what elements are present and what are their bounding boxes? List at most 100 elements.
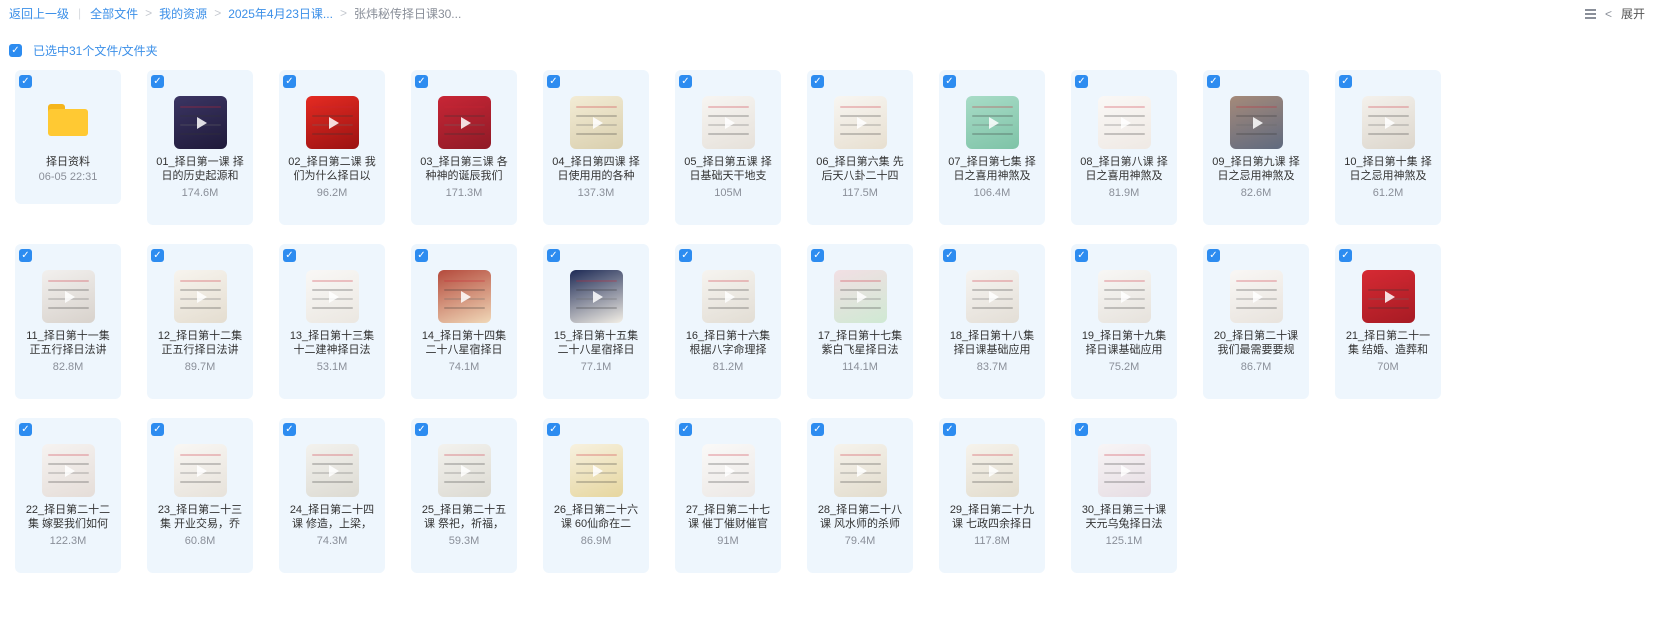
divider: | bbox=[78, 6, 82, 20]
file-card[interactable]: ✓ 17_择日第十七集 紫白飞星择日法 114.1M bbox=[807, 244, 913, 399]
file-card[interactable]: ✓ 10_择日第十集 择日之忌用神煞及 61.2M bbox=[1335, 70, 1441, 225]
item-checkbox[interactable]: ✓ bbox=[1339, 75, 1352, 88]
file-card[interactable]: ✓ 16_择日第十六集 根据八字命理择 81.2M bbox=[675, 244, 781, 399]
breadcrumb-item-course-date[interactable]: 2025年4月23日课... bbox=[228, 5, 333, 22]
item-checkbox[interactable]: ✓ bbox=[415, 423, 428, 436]
folder-card[interactable]: ✓ 择日资料 06-05 22:31 bbox=[15, 70, 121, 204]
video-thumbnail bbox=[174, 270, 227, 323]
file-card[interactable]: ✓ 07_择日第七集 择日之喜用神煞及 106.4M bbox=[939, 70, 1045, 225]
file-size: 86.7M bbox=[1240, 361, 1272, 373]
file-card[interactable]: ✓ 27_择日第二十七课 催丁催财催官 91M bbox=[675, 418, 781, 573]
file-size: 83.7M bbox=[976, 361, 1008, 373]
play-icon bbox=[196, 464, 207, 477]
selection-count: 已选中31个文件/文件夹 bbox=[33, 44, 158, 58]
file-size: 81.2M bbox=[712, 361, 744, 373]
item-checkbox[interactable]: ✓ bbox=[1075, 423, 1088, 436]
play-icon bbox=[460, 464, 471, 477]
file-card[interactable]: ✓ 28_择日第二十八课 风水师的杀师 79.4M bbox=[807, 418, 913, 573]
back-link[interactable]: 返回上一级 bbox=[9, 5, 69, 22]
file-card[interactable]: ✓ 05_择日第五课 择日基础天干地支 105M bbox=[675, 70, 781, 225]
file-card[interactable]: ✓ 03_择日第三课 各种神的诞辰我们 171.3M bbox=[411, 70, 517, 225]
file-card[interactable]: ✓ 08_择日第八课 择日之喜用神煞及 81.9M bbox=[1071, 70, 1177, 225]
file-card[interactable]: ✓ 01_择日第一课 择日的历史起源和 174.6M bbox=[147, 70, 253, 225]
file-card[interactable]: ✓ 02_择日第二课 我们为什么择日以 96.2M bbox=[279, 70, 385, 225]
file-card[interactable]: ✓ 12_择日第十二集 正五行择日法讲 89.7M bbox=[147, 244, 253, 399]
item-checkbox[interactable]: ✓ bbox=[415, 75, 428, 88]
play-icon bbox=[1120, 116, 1131, 129]
file-size: 81.9M bbox=[1108, 187, 1140, 199]
play-icon bbox=[328, 116, 339, 129]
item-checkbox[interactable]: ✓ bbox=[283, 423, 296, 436]
item-checkbox[interactable]: ✓ bbox=[811, 249, 824, 262]
breadcrumb-separator: > bbox=[214, 6, 222, 20]
item-checkbox[interactable]: ✓ bbox=[547, 75, 560, 88]
file-card[interactable]: ✓ 04_择日第四课 择日使用用的各种 137.3M bbox=[543, 70, 649, 225]
play-icon bbox=[1120, 464, 1131, 477]
file-card[interactable]: ✓ 29_择日第二十九课 七政四余择日 117.8M bbox=[939, 418, 1045, 573]
file-size: 91M bbox=[717, 535, 739, 547]
item-checkbox[interactable]: ✓ bbox=[1075, 75, 1088, 88]
file-card[interactable]: ✓ 26_择日第二十六课 60仙命在二 86.9M bbox=[543, 418, 649, 573]
item-checkbox[interactable]: ✓ bbox=[1207, 249, 1220, 262]
file-size: 70M bbox=[1377, 361, 1399, 373]
file-card[interactable]: ✓ 11_择日第十一集 正五行择日法讲 82.8M bbox=[15, 244, 121, 399]
play-icon bbox=[196, 116, 207, 129]
item-checkbox[interactable]: ✓ bbox=[283, 249, 296, 262]
item-checkbox[interactable]: ✓ bbox=[679, 423, 692, 436]
breadcrumb-item-my-resources[interactable]: 我的资源 bbox=[159, 5, 207, 22]
play-icon bbox=[856, 464, 867, 477]
item-checkbox[interactable]: ✓ bbox=[679, 75, 692, 88]
item-checkbox[interactable]: ✓ bbox=[811, 423, 824, 436]
breadcrumb-item-all-files[interactable]: 全部文件 bbox=[90, 5, 138, 22]
file-card[interactable]: ✓ 30_择日第三十课 天元乌兔择日法 125.1M bbox=[1071, 418, 1177, 573]
file-card[interactable]: ✓ 20_择日第二十课 我们最需要要规 86.7M bbox=[1203, 244, 1309, 399]
item-checkbox[interactable]: ✓ bbox=[679, 249, 692, 262]
file-card[interactable]: ✓ 21_择日第二十一集 结婚、造葬和 70M bbox=[1335, 244, 1441, 399]
play-icon bbox=[856, 290, 867, 303]
expand-button[interactable]: 展开 bbox=[1621, 5, 1645, 22]
breadcrumb: 返回上一级 | 全部文件 > 我的资源 > 2025年4月23日课... > 张… bbox=[0, 5, 461, 22]
item-checkbox[interactable]: ✓ bbox=[1075, 249, 1088, 262]
video-thumbnail bbox=[702, 444, 755, 497]
file-card[interactable]: ✓ 23_择日第二十三集 开业交易，乔 60.8M bbox=[147, 418, 253, 573]
file-size: 82.6M bbox=[1240, 187, 1272, 199]
file-card[interactable]: ✓ 14_择日第十四集 二十八星宿择日 74.1M bbox=[411, 244, 517, 399]
item-checkbox[interactable]: ✓ bbox=[283, 75, 296, 88]
file-name: 03_择日第三课 各种神的诞辰我们 bbox=[420, 156, 508, 182]
item-checkbox[interactable]: ✓ bbox=[1339, 249, 1352, 262]
video-thumbnail bbox=[966, 444, 1019, 497]
item-checkbox[interactable]: ✓ bbox=[151, 249, 164, 262]
play-icon bbox=[1384, 290, 1395, 303]
play-icon bbox=[988, 290, 999, 303]
file-card[interactable]: ✓ 18_择日第十八集 择日课基础应用 83.7M bbox=[939, 244, 1045, 399]
item-checkbox[interactable]: ✓ bbox=[415, 249, 428, 262]
item-checkbox[interactable]: ✓ bbox=[19, 75, 32, 88]
file-card[interactable]: ✓ 25_择日第二十五课 祭祀，祈福， 59.3M bbox=[411, 418, 517, 573]
file-card[interactable]: ✓ 22_择日第二十二集 嫁娶我们如何 122.3M bbox=[15, 418, 121, 573]
item-checkbox[interactable]: ✓ bbox=[151, 423, 164, 436]
play-icon bbox=[592, 116, 603, 129]
file-card[interactable]: ✓ 19_择日第十九集 择日课基础应用 75.2M bbox=[1071, 244, 1177, 399]
list-view-icon[interactable] bbox=[1584, 8, 1596, 19]
item-checkbox[interactable]: ✓ bbox=[943, 423, 956, 436]
file-card[interactable]: ✓ 06_择日第六集 先后天八卦二十四 117.5M bbox=[807, 70, 913, 225]
item-checkbox[interactable]: ✓ bbox=[943, 249, 956, 262]
file-card[interactable]: ✓ 24_择日第二十四课 修造，上梁， 74.3M bbox=[279, 418, 385, 573]
file-card[interactable]: ✓ 13_择日第十三集 十二建神择日法 53.1M bbox=[279, 244, 385, 399]
file-card[interactable]: ✓ 09_择日第九课 择日之忌用神煞及 82.6M bbox=[1203, 70, 1309, 225]
breadcrumb-item-current: 张炜秘传择日课30... bbox=[353, 6, 462, 21]
file-card[interactable]: ✓ 15_择日第十五集 二十八星宿择日 77.1M bbox=[543, 244, 649, 399]
item-checkbox[interactable]: ✓ bbox=[811, 75, 824, 88]
item-checkbox[interactable]: ✓ bbox=[943, 75, 956, 88]
item-checkbox[interactable]: ✓ bbox=[547, 249, 560, 262]
item-checkbox[interactable]: ✓ bbox=[547, 423, 560, 436]
file-size: 117.5M bbox=[842, 187, 878, 199]
chevron-left-icon[interactable]: < bbox=[1605, 7, 1612, 21]
select-all-checkbox[interactable]: ✓ bbox=[9, 44, 22, 57]
item-checkbox[interactable]: ✓ bbox=[1207, 75, 1220, 88]
item-checkbox[interactable]: ✓ bbox=[19, 249, 32, 262]
video-thumbnail bbox=[834, 96, 887, 149]
item-checkbox[interactable]: ✓ bbox=[151, 75, 164, 88]
item-checkbox[interactable]: ✓ bbox=[19, 423, 32, 436]
file-size: 122.3M bbox=[49, 535, 87, 547]
